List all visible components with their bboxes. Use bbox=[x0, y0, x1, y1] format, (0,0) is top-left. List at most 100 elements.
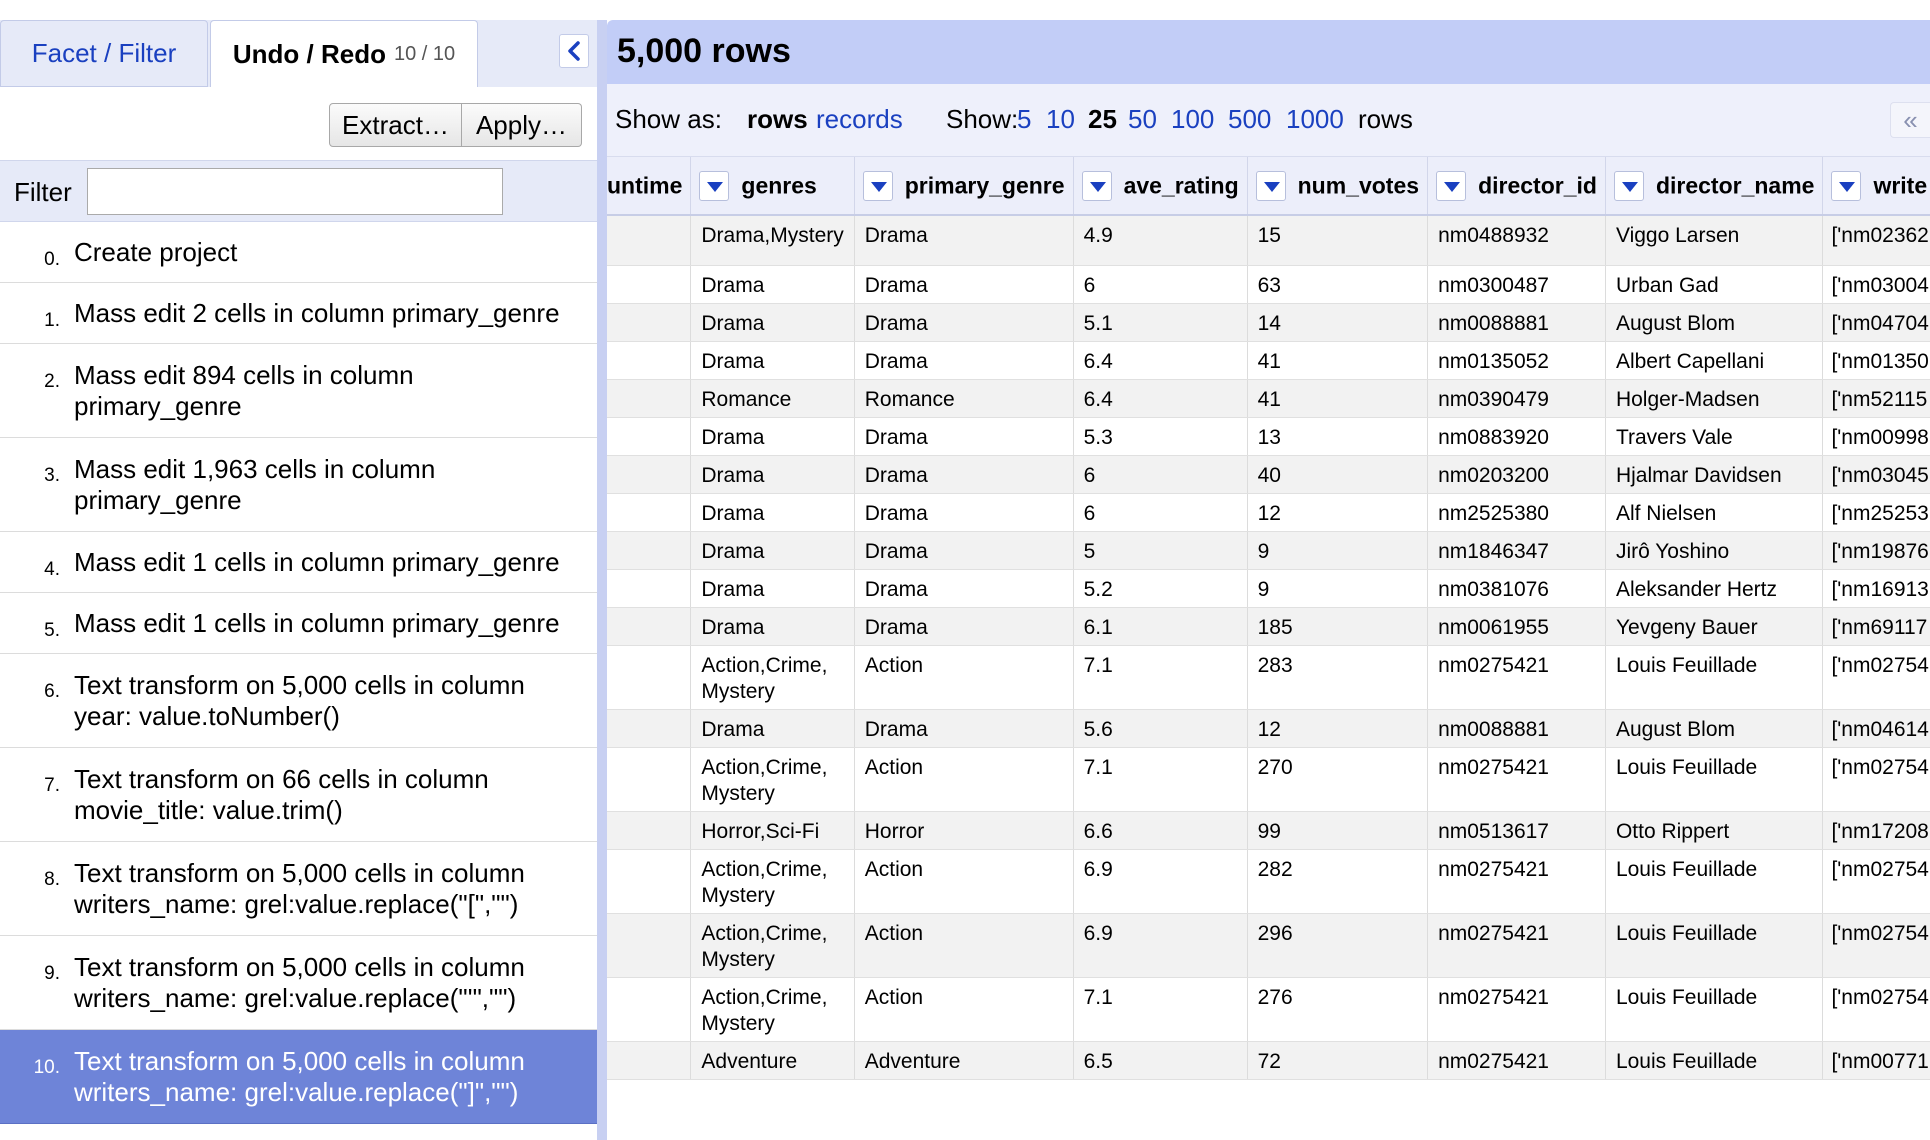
table-cell[interactable]: Action bbox=[854, 747, 1074, 812]
table-cell[interactable]: ['nm25253 bbox=[1822, 493, 1930, 532]
table-cell[interactable]: 6.4 bbox=[1073, 379, 1248, 418]
page-size-100[interactable]: 100 bbox=[1171, 104, 1214, 135]
table-cell[interactable]: Louis Feuillade bbox=[1605, 849, 1824, 914]
table-cell[interactable] bbox=[607, 1041, 692, 1080]
table-cell[interactable]: 6 bbox=[1073, 493, 1248, 532]
table-cell[interactable]: ['nm02362 bbox=[1822, 215, 1930, 266]
table-cell[interactable] bbox=[607, 341, 692, 380]
table-cell[interactable]: 99 bbox=[1247, 811, 1429, 850]
table-cell[interactable]: 7.1 bbox=[1073, 747, 1248, 812]
column-menu-dropdown-icon[interactable] bbox=[1081, 170, 1112, 201]
history-item[interactable]: 8. Text transform on 5,000 cells in colum… bbox=[0, 842, 597, 936]
history-item[interactable]: 7. Text transform on 66 cells in column m… bbox=[0, 748, 597, 842]
table-cell[interactable]: Hjalmar Davidsen bbox=[1605, 455, 1824, 494]
table-cell[interactable]: Action,Crime, Mystery bbox=[690, 645, 855, 710]
table-cell[interactable]: 185 bbox=[1247, 607, 1429, 646]
table-cell[interactable] bbox=[607, 607, 692, 646]
table-cell[interactable]: ['nm02754 bbox=[1822, 645, 1930, 710]
table-cell[interactable]: Viggo Larsen bbox=[1605, 215, 1824, 266]
page-size-10[interactable]: 10 bbox=[1046, 104, 1075, 135]
table-cell[interactable]: Louis Feuillade bbox=[1605, 977, 1824, 1042]
table-cell[interactable]: 282 bbox=[1247, 849, 1429, 914]
history-item[interactable]: 6. Text transform on 5,000 cells in colum… bbox=[0, 654, 597, 748]
table-cell[interactable] bbox=[607, 531, 692, 570]
table-cell[interactable]: nm0381076 bbox=[1427, 569, 1606, 608]
table-cell[interactable]: Aleksander Hertz bbox=[1605, 569, 1824, 608]
collapse-panel-button[interactable] bbox=[559, 34, 589, 68]
table-cell[interactable]: nm1846347 bbox=[1427, 531, 1606, 570]
table-cell[interactable]: Drama bbox=[690, 417, 855, 456]
table-cell[interactable]: Adventure bbox=[690, 1041, 855, 1080]
table-cell[interactable]: Drama bbox=[690, 265, 855, 304]
table-cell[interactable]: 5 bbox=[1073, 531, 1248, 570]
table-cell[interactable]: 5.6 bbox=[1073, 709, 1248, 748]
table-cell[interactable]: Action bbox=[854, 913, 1074, 978]
table-cell[interactable]: ['nm17208 bbox=[1822, 811, 1930, 850]
table-cell[interactable]: Action,Crime, Mystery bbox=[690, 747, 855, 812]
table-cell[interactable]: 5.3 bbox=[1073, 417, 1248, 456]
table-cell[interactable]: 6.4 bbox=[1073, 341, 1248, 380]
show-as-records[interactable]: records bbox=[816, 104, 903, 135]
history-item[interactable]: 9. Text transform on 5,000 cells in colum… bbox=[0, 936, 597, 1030]
table-cell[interactable]: 276 bbox=[1247, 977, 1429, 1042]
table-cell[interactable]: Romance bbox=[854, 379, 1074, 418]
table-cell[interactable]: 7.1 bbox=[1073, 977, 1248, 1042]
column-menu-dropdown-icon[interactable] bbox=[1613, 170, 1644, 201]
table-cell[interactable]: Holger-Madsen bbox=[1605, 379, 1824, 418]
table-cell[interactable]: nm2525380 bbox=[1427, 493, 1606, 532]
table-cell[interactable]: 9 bbox=[1247, 569, 1429, 608]
table-cell[interactable]: Drama bbox=[854, 569, 1074, 608]
table-cell[interactable]: Action bbox=[854, 849, 1074, 914]
table-cell[interactable]: ['nm01350 bbox=[1822, 341, 1930, 380]
history-item[interactable]: 5. Mass edit 1 cells in column primary_ge… bbox=[0, 593, 597, 654]
table-cell[interactable]: 6.9 bbox=[1073, 849, 1248, 914]
history-item[interactable]: 10. Text transform on 5,000 cells in colu… bbox=[0, 1030, 597, 1124]
table-cell[interactable]: Drama bbox=[854, 493, 1074, 532]
table-cell[interactable]: nm0275421 bbox=[1427, 977, 1606, 1042]
table-cell[interactable]: Action,Crime, Mystery bbox=[690, 977, 855, 1042]
column-menu-dropdown-icon[interactable] bbox=[1255, 170, 1286, 201]
table-cell[interactable]: Jirô Yoshino bbox=[1605, 531, 1824, 570]
table-cell[interactable] bbox=[607, 215, 692, 266]
table-cell[interactable]: 6.9 bbox=[1073, 913, 1248, 978]
table-cell[interactable]: Drama bbox=[690, 303, 855, 342]
column-menu-dropdown-icon[interactable] bbox=[1831, 170, 1862, 201]
table-cell[interactable]: Drama bbox=[854, 531, 1074, 570]
table-cell[interactable]: nm0883920 bbox=[1427, 417, 1606, 456]
table-cell[interactable]: Action bbox=[854, 977, 1074, 1042]
table-cell[interactable]: nm0088881 bbox=[1427, 303, 1606, 342]
table-cell[interactable] bbox=[607, 977, 692, 1042]
table-cell[interactable]: 41 bbox=[1247, 379, 1429, 418]
table-cell[interactable]: nm0275421 bbox=[1427, 913, 1606, 978]
table-cell[interactable] bbox=[607, 747, 692, 812]
table-cell[interactable]: Louis Feuillade bbox=[1605, 1041, 1824, 1080]
table-cell[interactable]: ['nm04614 bbox=[1822, 709, 1930, 748]
table-cell[interactable]: 41 bbox=[1247, 341, 1429, 380]
table-cell[interactable]: Albert Capellani bbox=[1605, 341, 1824, 380]
table-cell[interactable]: 5.2 bbox=[1073, 569, 1248, 608]
table-cell[interactable]: ['nm52115 bbox=[1822, 379, 1930, 418]
table-cell[interactable]: Drama bbox=[690, 493, 855, 532]
table-cell[interactable]: 40 bbox=[1247, 455, 1429, 494]
table-cell[interactable] bbox=[607, 913, 692, 978]
page-size-50[interactable]: 50 bbox=[1128, 104, 1157, 135]
table-cell[interactable]: Drama bbox=[690, 341, 855, 380]
table-cell[interactable]: 12 bbox=[1247, 709, 1429, 748]
table-cell[interactable]: August Blom bbox=[1605, 709, 1824, 748]
table-cell[interactable]: 5.1 bbox=[1073, 303, 1248, 342]
tab-undo-redo[interactable]: Undo / Redo 10 / 10 bbox=[210, 20, 478, 88]
table-cell[interactable]: ['nm16913 bbox=[1822, 569, 1930, 608]
table-cell[interactable]: 7.1 bbox=[1073, 645, 1248, 710]
table-cell[interactable]: Drama bbox=[690, 607, 855, 646]
table-cell[interactable]: Drama bbox=[854, 607, 1074, 646]
column-menu-dropdown-icon[interactable] bbox=[699, 170, 730, 201]
tab-facet-filter[interactable]: Facet / Filter bbox=[0, 20, 208, 87]
table-cell[interactable]: nm0390479 bbox=[1427, 379, 1606, 418]
table-cell[interactable]: 296 bbox=[1247, 913, 1429, 978]
table-cell[interactable]: nm0488932 bbox=[1427, 215, 1606, 266]
scroll-left-button[interactable]: « bbox=[1890, 102, 1930, 138]
table-cell[interactable]: 6.1 bbox=[1073, 607, 1248, 646]
page-size-500[interactable]: 500 bbox=[1228, 104, 1271, 135]
table-cell[interactable]: Action,Crime, Mystery bbox=[690, 849, 855, 914]
table-cell[interactable]: Drama bbox=[854, 709, 1074, 748]
